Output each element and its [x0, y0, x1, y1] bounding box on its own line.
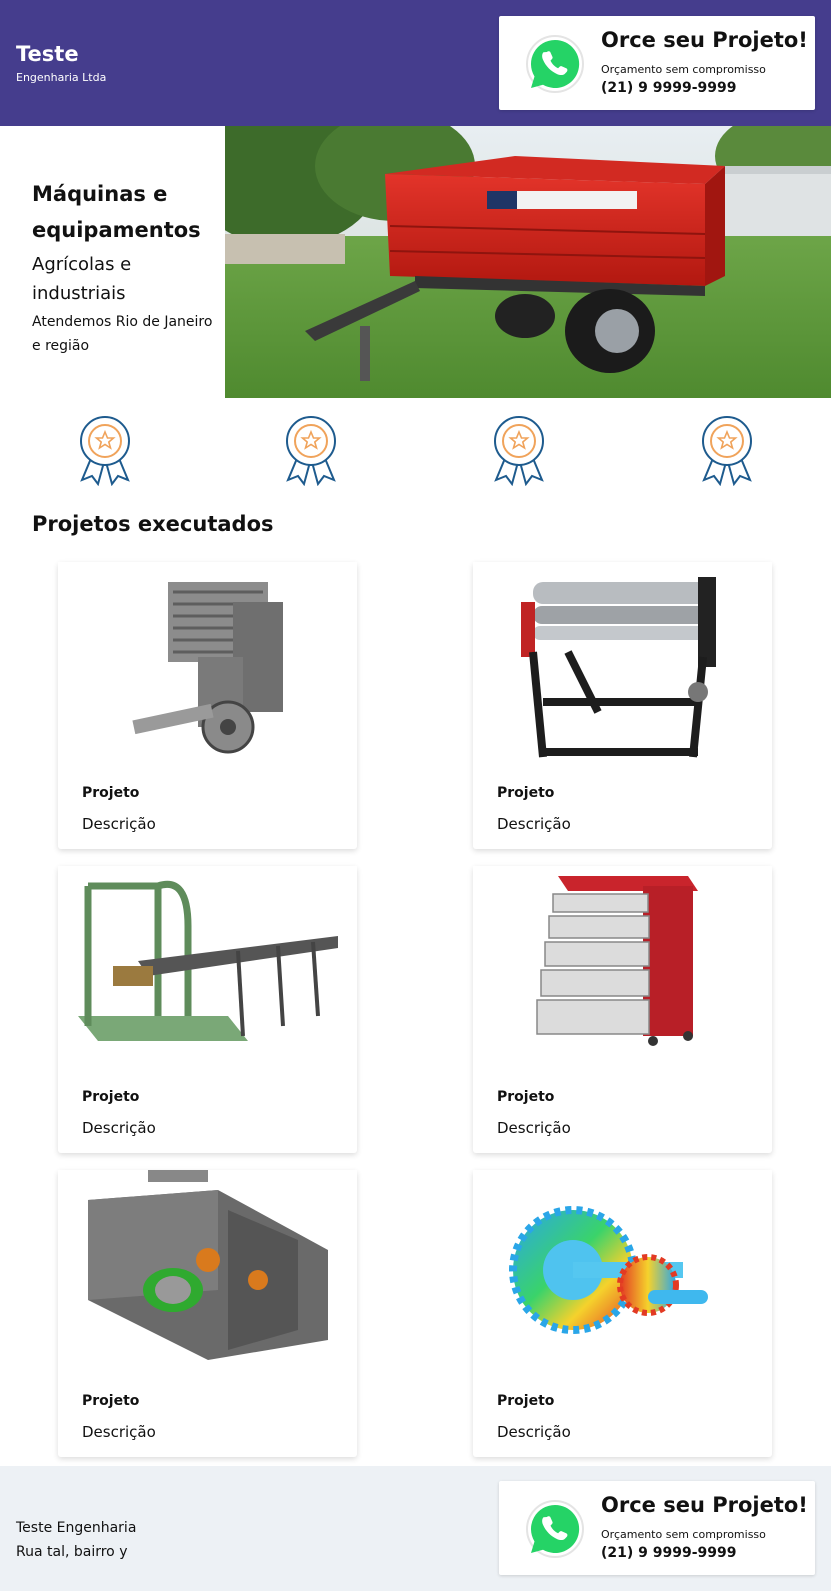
project-description: Descrição — [82, 1119, 156, 1137]
projects-title: Projetos executados — [32, 512, 274, 536]
cta-subtitle: Orçamento sem compromisso — [601, 63, 766, 76]
project-title: Projeto — [497, 1393, 555, 1409]
whatsapp-icon — [526, 35, 584, 93]
brand-title: Teste — [16, 42, 79, 66]
cta-phone[interactable]: (21) 9 9999-9999 — [601, 80, 737, 96]
project-description: Descrição — [497, 1119, 571, 1137]
brand[interactable]: Teste Engenharia Ltda — [16, 40, 106, 86]
whatsapp-icon — [526, 1500, 584, 1558]
award-ribbon-icon — [702, 416, 752, 486]
award-ribbon-icon — [494, 416, 544, 486]
whatsapp-cta-header[interactable]: Orce seu Projeto! Orçamento sem compromi… — [499, 16, 815, 110]
project-card[interactable]: Projeto Descrição — [473, 1170, 772, 1457]
award-ribbon-icon — [286, 416, 336, 486]
project-image-engine — [58, 562, 357, 760]
project-card[interactable]: Projeto Descrição — [58, 866, 357, 1153]
project-title: Projeto — [82, 785, 140, 801]
project-title: Projeto — [82, 1393, 140, 1409]
project-description: Descrição — [497, 815, 571, 833]
hero-subheading: Agrícolas e industriais — [32, 254, 132, 304]
project-card[interactable]: Projeto Descrição — [473, 866, 772, 1153]
award-ribbon-icon — [80, 416, 130, 486]
project-title: Projeto — [82, 1089, 140, 1105]
project-description: Descrição — [82, 1423, 156, 1441]
project-image-tool-cabinet — [473, 866, 772, 1064]
site-header: Teste Engenharia Ltda Orce seu Projeto! … — [0, 0, 831, 126]
project-image-roller — [473, 562, 772, 760]
hero-text: Máquinas e equipamentos Agrícolas e indu… — [32, 176, 217, 358]
project-card[interactable]: Projeto Descrição — [58, 1170, 357, 1457]
hero-trailer-image — [225, 126, 831, 398]
cta-title: Orce seu Projeto! — [601, 28, 808, 52]
project-image-gear-fea — [473, 1170, 772, 1368]
project-image-conveyor — [58, 866, 357, 1064]
project-title: Projeto — [497, 785, 555, 801]
hero-region: Atendemos Rio de Janeiro e região — [32, 314, 213, 354]
project-description: Descrição — [497, 1423, 571, 1441]
cta-phone[interactable]: (21) 9 9999-9999 — [601, 1545, 737, 1561]
project-card[interactable]: Projeto Descrição — [473, 562, 772, 849]
project-description: Descrição — [82, 815, 156, 833]
footer-company: Teste Engenharia — [16, 1520, 137, 1536]
footer-address-block: Teste Engenharia Rua tal, bairro y — [16, 1516, 136, 1564]
brand-subtitle: Engenharia Ltda — [16, 71, 107, 84]
cta-title: Orce seu Projeto! — [601, 1493, 808, 1517]
cta-subtitle: Orçamento sem compromisso — [601, 1528, 766, 1541]
hero-heading: Máquinas e equipamentos — [32, 182, 201, 242]
whatsapp-cta-footer[interactable]: Orce seu Projeto! Orçamento sem compromi… — [499, 1481, 815, 1575]
project-card[interactable]: Projeto Descrição — [58, 562, 357, 849]
footer-address: Rua tal, bairro y — [16, 1544, 128, 1560]
project-title: Projeto — [497, 1089, 555, 1105]
site-footer: Teste Engenharia Rua tal, bairro y Orce … — [0, 1466, 831, 1591]
project-image-gearbox — [58, 1170, 357, 1368]
